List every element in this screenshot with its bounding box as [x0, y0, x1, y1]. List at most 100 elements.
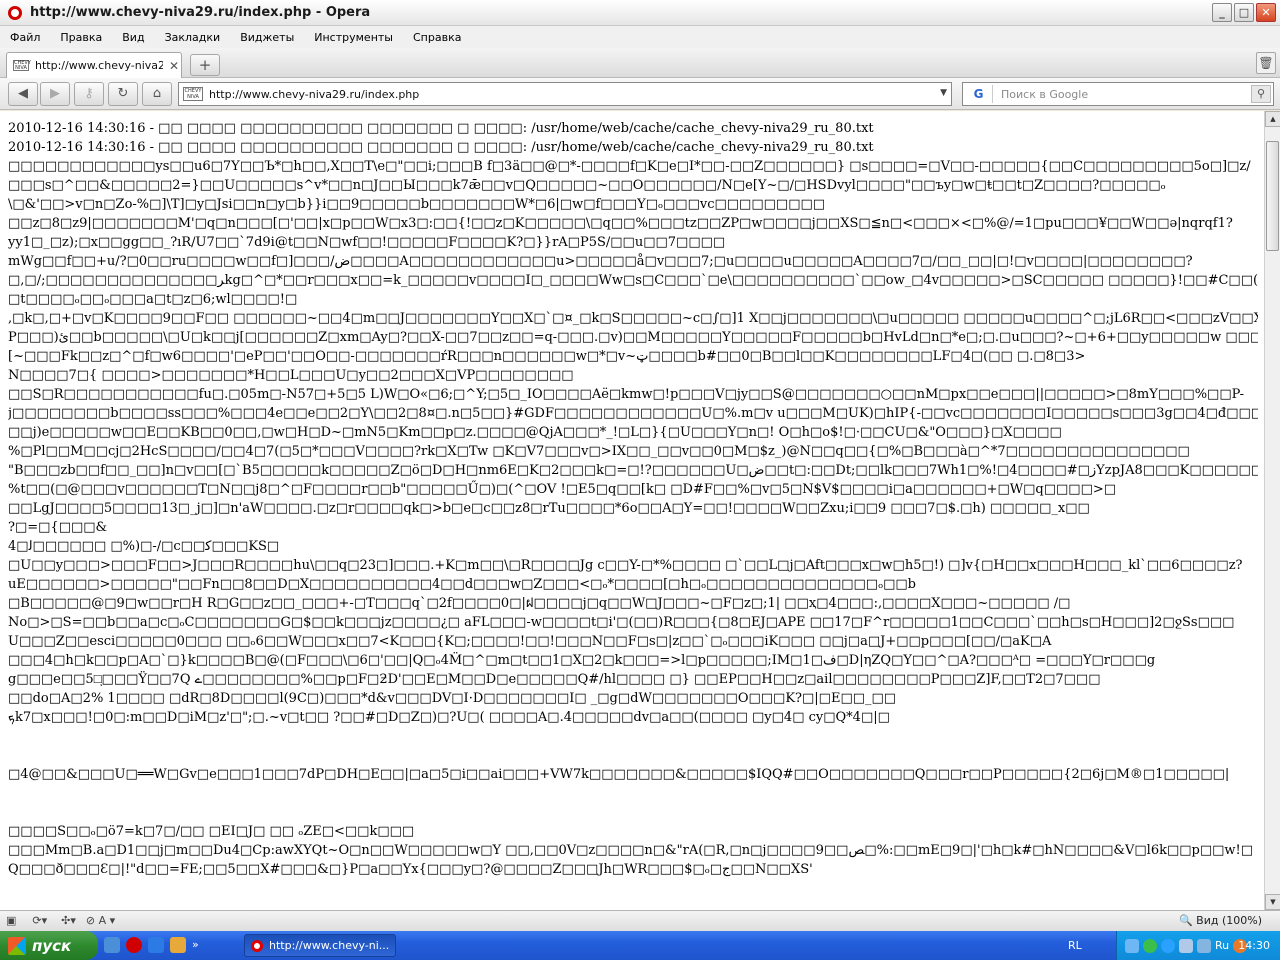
safely-remove-icon[interactable] — [1197, 938, 1211, 953]
content-line — [8, 727, 1258, 746]
tab-label: http://www.chevy-niva2... — [35, 59, 163, 72]
opera-logo-icon — [8, 5, 22, 20]
menu-edit[interactable]: Правка — [50, 31, 112, 44]
menu-bar: Файл Правка Вид Закладки Виджеты Инструм… — [0, 26, 1280, 48]
garbled-text-lines: 2010-12-16 14:30:16 - □□ □□□□ □□□□□□□□□□… — [8, 119, 1258, 879]
content-line: %t□□(□@□□□v□□□□□□T□N□□j8□^□F□□□□r□□b"□□□… — [8, 482, 1117, 497]
search-placeholder[interactable]: Поиск в Google — [1001, 88, 1088, 101]
reload-icon: ↻ — [117, 86, 129, 101]
content-line: □□LgJ□□□□5□□□□13□_j□]□n'aW□□□□.□z□r□□□□q… — [8, 501, 1090, 516]
key-icon: ⚷ — [84, 86, 94, 101]
address-url[interactable]: http://www.chevy-niva29.ru/index.php — [209, 88, 419, 101]
quick-launch: » — [104, 937, 199, 953]
content-line — [8, 784, 1258, 803]
navigation-toolbar: ◀ ▶ ⚷ ↻ ⌂ CHEVY NIVA http://www.chevy-ni… — [0, 78, 1280, 110]
menu-file[interactable]: Файл — [0, 31, 50, 44]
status-bar: ▣ ⟳▾ ✣▾ ⊘ A ▾ 🔍 Вид (100%) — [0, 910, 1280, 931]
scroll-up-button[interactable]: ▲ — [1265, 111, 1280, 127]
tab-bar: CHEVY NIVA http://www.chevy-niva2... ✕ +… — [0, 48, 1280, 78]
content-line: N□□□□7□{ □□□□>□□□□□□□*H□□L□□□U□y□□2□□□X□… — [8, 368, 574, 383]
content-line: ,□k□,□+□v□K□□□□9□□F□□ □□□□□□~□□4□m□□J□□□… — [8, 311, 1258, 326]
content-line: g□□□e□□5□ͅ□□□Ÿ□□7Q ے□□□□□□□□%□□p□F□ƻD'□□… — [8, 672, 1101, 687]
vertical-scrollbar[interactable]: ▲ ▼ — [1264, 111, 1280, 910]
content-line: yy1□_□z);□x□□gg□□_?ıR/U7□□`7d9i@t□□N□wf□… — [8, 235, 726, 250]
content-line — [8, 746, 1258, 765]
tab-close-icon[interactable]: ✕ — [169, 59, 179, 73]
tab-active[interactable]: CHEVY NIVA http://www.chevy-niva2... ✕ — [6, 52, 182, 78]
scroll-thumb[interactable] — [1266, 141, 1279, 252]
start-button[interactable]: пуск — [0, 931, 98, 960]
clock: 14:30 — [1238, 939, 1270, 952]
network-icon[interactable] — [1125, 938, 1139, 953]
unite-icon[interactable]: ✣▾ — [61, 914, 76, 929]
google-engine-icon[interactable]: G — [965, 85, 993, 103]
menu-view[interactable]: Вид — [112, 31, 154, 44]
zoom-level[interactable]: 🔍 Вид (100%) — [1179, 914, 1262, 927]
maximize-button[interactable]: □ — [1234, 3, 1254, 22]
menu-help[interactable]: Справка — [403, 31, 471, 44]
ie-icon[interactable] — [148, 937, 164, 953]
back-arrow-icon: ◀ — [18, 86, 28, 101]
status-green-icon[interactable] — [1143, 938, 1157, 953]
search-icon[interactable]: ⚲ — [1251, 85, 1271, 103]
messenger-icon[interactable] — [170, 937, 186, 953]
menu-bookmarks[interactable]: Закладки — [155, 31, 231, 44]
content-line: uE□□□□□□>□□□□□"□□Fn□□8□□D□X□□□□□□□□□□4□□… — [8, 577, 916, 592]
home-button[interactable]: ⌂ — [142, 82, 172, 106]
address-dropdown-icon[interactable]: ▼ — [940, 88, 947, 98]
content-line: □□j)e□□□□□w□□E□□KB□□0□□,□w□H□D~□mN5□Km□□… — [8, 425, 1062, 440]
new-tab-button[interactable]: + — [190, 54, 220, 76]
content-line: □□z□8□z9|□□□□□□□M'□q□n□□□[□'□□|x□p□□W□x3… — [8, 216, 1233, 231]
content-line: □4@□□&□□□U□══W□Gv□e□□□1□□□7dP□DH□E□□|□a□… — [8, 767, 1230, 782]
wand-button[interactable]: ⚷ — [74, 82, 104, 106]
opera-quicklaunch-icon[interactable] — [126, 937, 142, 953]
content-line: "B□□□zb□□f□□_□□]n□v□□[□`B5□□□□□k□□□□□Z□ö… — [8, 463, 1258, 478]
messenger-tray-icon[interactable] — [1161, 938, 1175, 953]
start-label: пуск — [32, 936, 72, 955]
content-line: j□□□□□□□□b□□□□ss□□□%□□□4e□□e□□2□Y\□□2□8¤… — [8, 406, 1258, 421]
back-button[interactable]: ◀ — [8, 82, 38, 106]
minimize-button[interactable]: _ — [1212, 3, 1232, 22]
site-badge-icon: CHEVY NIVA — [183, 87, 203, 101]
language-bar[interactable]: RL — [1068, 939, 1082, 952]
sync-icon[interactable]: ⟳▾ — [32, 914, 47, 929]
close-button[interactable]: ✕ — [1256, 3, 1276, 22]
content-line: □U□□y□□□>□□□F□□>J□□□R□□□□hu\□□q□23□]□□□.… — [8, 558, 1243, 573]
content-line: □□□Mm□B.a□D1□□j□m□□Du4□Cp:awXYQt~O□n□□W□… — [8, 843, 1254, 858]
scroll-down-button[interactable]: ▼ — [1265, 894, 1280, 910]
site-favicon-icon: CHEVY NIVA — [13, 60, 31, 71]
opera-task-icon — [251, 939, 263, 952]
content-line: □□□□S□□ₒ□ö7=k□7□/□□ □EI□J□ □□ ₒZE□<□□k□□… — [8, 824, 415, 839]
sound-icon[interactable] — [1179, 938, 1193, 953]
content-line: □B□□□□□@□9□w□□r□H R□G□□z□□_□□□+-□T□□□q`□… — [8, 596, 1071, 611]
forward-arrow-icon: ▶ — [50, 86, 60, 101]
content-line: □□do□A□2% 1□□□□ □dR□8D□□□□l(9C□)□□□*d&v□… — [8, 691, 897, 706]
window-title: http://www.chevy-niva29.ru/index.php - O… — [30, 5, 371, 20]
home-icon: ⌂ — [152, 86, 162, 101]
menu-widgets[interactable]: Виджеты — [230, 31, 304, 44]
taskbar-opera-window[interactable]: http://www.chevy-ni... — [244, 934, 396, 957]
content-line: [~□□□Fk□□z□^□f□w6□□□□'□eP□□'□□O□□-□□□□□□… — [8, 349, 1086, 364]
content-line — [8, 803, 1258, 822]
windows-flag-icon — [8, 936, 26, 955]
content-line: %□Pl□□M□□cj□2HcS□□□□/□□4□7(□5□*□□□V□□□□?… — [8, 444, 1190, 459]
panel-toggle-icon[interactable]: ▣ — [6, 914, 16, 929]
turbo-icon[interactable]: ⊘ A ▾ — [86, 914, 115, 929]
trash-icon[interactable]: 🗑 — [1256, 52, 1276, 74]
content-line: mWg□□f□□+u/?□0□□ru□□□□w□□f□]□□□/ض□□□□A□□… — [8, 254, 1193, 269]
content-line: ﻟ□4□□□□□□ □%)□-/□c□□ﻛ□□□KS□ — [8, 539, 280, 554]
reload-button[interactable]: ↻ — [108, 82, 138, 106]
quicklaunch-more-icon[interactable]: » — [192, 937, 199, 953]
forward-button[interactable]: ▶ — [40, 82, 70, 106]
content-line: □□S□R□□□□□□□□□□□fu□.□05m□-N57□+5□5 L)W□O… — [8, 387, 1245, 402]
address-bar[interactable]: CHEVY NIVA http://www.chevy-niva29.ru/in… — [178, 82, 952, 106]
media-player-icon[interactable] — [104, 937, 120, 953]
content-line: □□□4□h□k□□p□A□`□}k□□□□B□@(□F□□□\□6□'□□|Q… — [8, 653, 1156, 668]
zoom-label: Вид (100%) — [1196, 914, 1262, 927]
content-line: □,□/;□□□□□□□□□□□□□□ﺮkg□^□*□□r□□□x□□=k_□□… — [8, 273, 1258, 288]
tray-language[interactable]: Ru — [1215, 939, 1229, 952]
search-field[interactable]: G Поиск в Google ⚲ — [962, 82, 1274, 106]
menu-tools[interactable]: Инструменты — [304, 31, 403, 44]
window-titlebar[interactable]: http://www.chevy-niva29.ru/index.php - O… — [0, 0, 1280, 26]
content-line: 2010-12-16 14:30:16 - □□ □□□□ □□□□□□□□□□… — [8, 121, 874, 136]
